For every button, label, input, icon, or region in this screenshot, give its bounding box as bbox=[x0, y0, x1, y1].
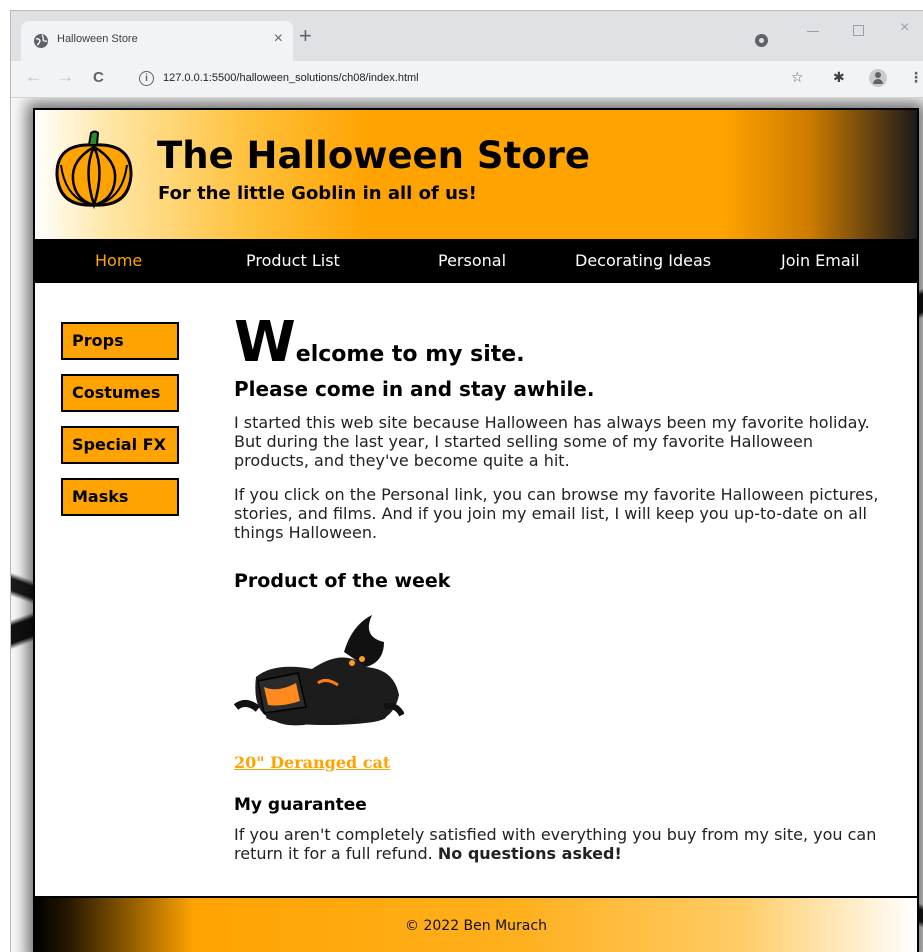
pumpkin-logo-icon bbox=[55, 130, 133, 210]
site-tagline: For the little Goblin in all of us! bbox=[158, 183, 477, 204]
nav-link-personal[interactable]: Personal bbox=[438, 251, 506, 270]
bookmark-star-icon[interactable]: ☆ bbox=[791, 70, 804, 86]
browser-tab[interactable]: Halloween Store × bbox=[21, 21, 293, 61]
info-icon[interactable]: i bbox=[139, 71, 154, 86]
copyright-text: © 2022 Ben Murach bbox=[405, 918, 547, 934]
site-footer: © 2022 Ben Murach bbox=[35, 896, 917, 952]
page-viewport: The Halloween Store For the little Gobli… bbox=[11, 98, 923, 952]
site-title: The Halloween Store bbox=[157, 134, 590, 177]
site-header: The Halloween Store For the little Gobli… bbox=[35, 110, 917, 239]
sidebar-link-masks[interactable]: Masks bbox=[61, 478, 179, 516]
address-url[interactable]: 127.0.0.1:5500/halloween_solutions/ch08/… bbox=[163, 72, 419, 84]
back-icon[interactable]: ← bbox=[25, 67, 42, 87]
browser-window: Halloween Store × + × ← → C i 127.0.0.1:… bbox=[10, 10, 923, 952]
reload-icon[interactable]: C bbox=[93, 69, 104, 86]
sidebar-link-costumes[interactable]: Costumes bbox=[61, 374, 179, 412]
tab-strip: Halloween Store × + × bbox=[11, 11, 923, 61]
maximize-icon[interactable] bbox=[853, 25, 864, 36]
product-link-deranged-cat[interactable]: 20" Deranged cat bbox=[234, 753, 390, 772]
welcome-heading: Welcome to my site. bbox=[234, 315, 525, 371]
guarantee-paragraph: If you aren't completely satisfied with … bbox=[234, 825, 879, 863]
new-tab-icon[interactable]: + bbox=[299, 25, 312, 47]
nav-link-decorating-ideas[interactable]: Decorating Ideas bbox=[575, 251, 711, 270]
forward-icon[interactable]: → bbox=[57, 67, 74, 87]
sidebar-link-props[interactable]: Props bbox=[61, 322, 179, 360]
main-nav: Home Product List Personal Decorating Id… bbox=[35, 239, 917, 283]
welcome-rest: elcome to my site. bbox=[295, 342, 525, 367]
product-of-week-heading: Product of the week bbox=[234, 570, 451, 592]
tab-title: Halloween Store bbox=[57, 33, 138, 45]
subheading: Please come in and stay awhile. bbox=[234, 377, 595, 401]
guarantee-heading: My guarantee bbox=[234, 795, 367, 815]
top-caption-fragment bbox=[0, 0, 923, 10]
intro-paragraph-1: I started this web site because Hallowee… bbox=[234, 413, 870, 470]
deranged-cat-image[interactable] bbox=[234, 607, 404, 732]
extensions-icon[interactable]: ✱ bbox=[833, 70, 845, 86]
minimize-icon[interactable] bbox=[807, 31, 819, 32]
globe-icon bbox=[34, 34, 48, 48]
kebab-menu-icon[interactable]: ⋮ bbox=[909, 70, 923, 86]
browser-toolbar: ← → C i 127.0.0.1:5500/halloween_solutio… bbox=[11, 61, 923, 98]
nav-link-product-list[interactable]: Product List bbox=[246, 251, 340, 270]
nav-link-join-email[interactable]: Join Email bbox=[781, 251, 860, 270]
sidebar-link-special-fx[interactable]: Special FX bbox=[61, 426, 179, 464]
intro-paragraph-2: If you click on the Personal link, you c… bbox=[234, 485, 879, 542]
welcome-dropcap: W bbox=[234, 310, 296, 375]
guarantee-bold-text: No questions asked! bbox=[437, 844, 622, 863]
address-bar[interactable]: i 127.0.0.1:5500/halloween_solutions/ch0… bbox=[133, 65, 769, 93]
nav-link-home[interactable]: Home bbox=[95, 251, 142, 270]
account-avatar-icon[interactable] bbox=[869, 69, 887, 87]
window-close-icon[interactable]: × bbox=[900, 19, 909, 37]
tab-close-icon[interactable]: × bbox=[274, 30, 283, 48]
site-container: The Halloween Store For the little Gobli… bbox=[33, 108, 919, 952]
profile-indicator-icon[interactable] bbox=[755, 34, 768, 47]
